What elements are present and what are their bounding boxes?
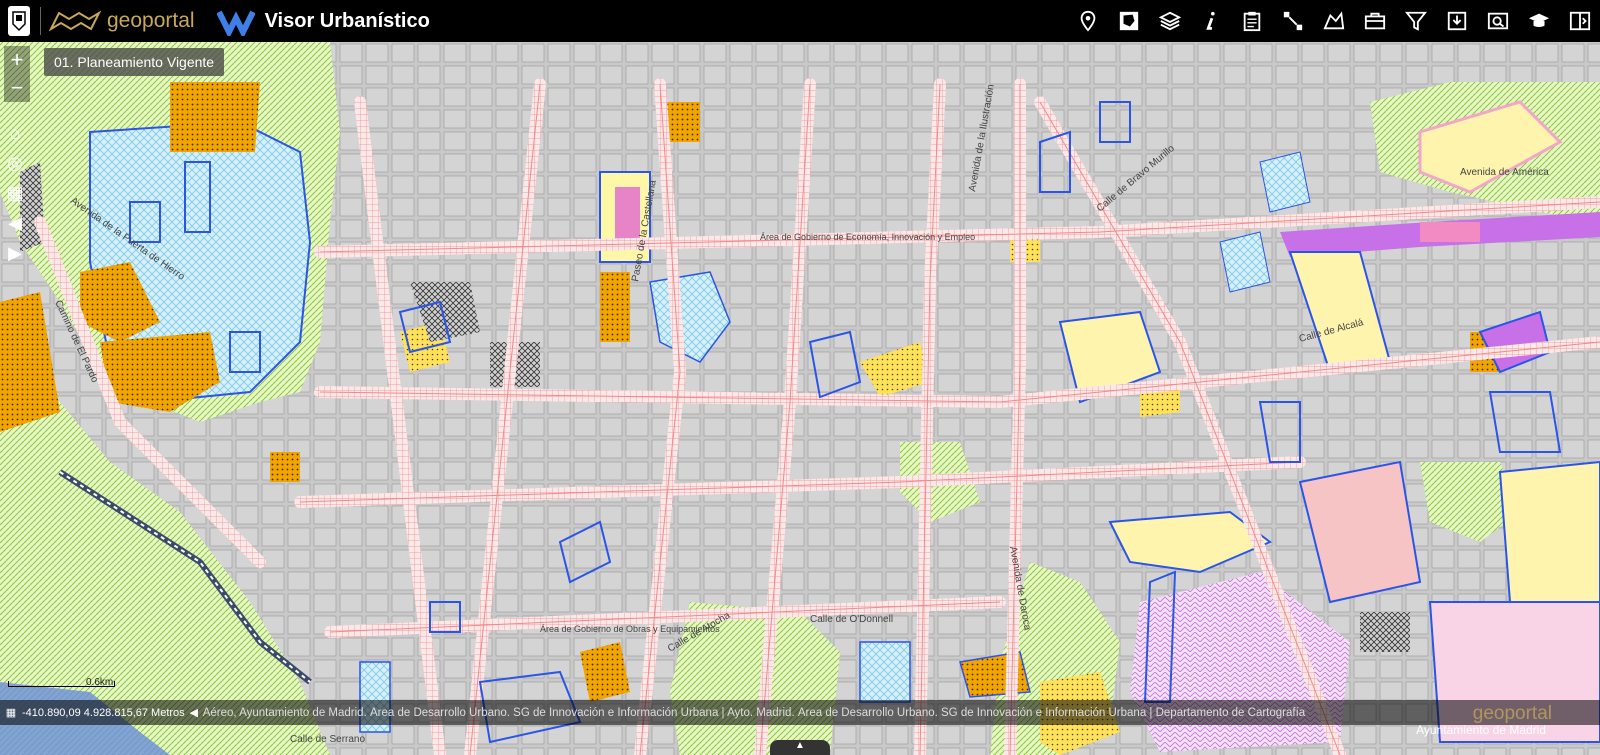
coordinates-icon[interactable]: ▦	[0, 706, 22, 719]
info-icon[interactable]	[1190, 0, 1231, 42]
grid-icon[interactable]: ▦	[0, 178, 30, 208]
status-bar: ▦ -410.890,09 4.928.815,67 Metros ◀ Aére…	[0, 700, 1600, 725]
map-catalog-icon[interactable]	[1313, 0, 1354, 42]
measure-icon[interactable]	[1272, 0, 1313, 42]
attribution-toggle[interactable]: ▲	[770, 740, 830, 755]
active-layer-label[interactable]: 01. Planeamiento Vigente	[44, 48, 225, 76]
urban-planning-map[interactable]: Avenida de la Puerta de Hierro Camino de…	[0, 42, 1600, 755]
footer-geoportal-logo: geoportal	[1472, 703, 1552, 724]
footer-brand: geoportal Ayuntamiento de Madrid	[1402, 703, 1592, 745]
split-view-icon[interactable]	[1559, 0, 1600, 42]
back-arrow-icon[interactable]: ◀	[0, 208, 30, 238]
scale-label: 0.6km	[86, 677, 114, 688]
visor-logo[interactable]: Visor Urbanístico	[216, 6, 430, 36]
footer-city-name: Ayuntamiento de Madrid	[1416, 723, 1546, 737]
home-icon[interactable]: ⌂	[0, 118, 30, 148]
map-label: Calle de O'Donnell	[810, 614, 893, 625]
globe-icon[interactable]: ◎	[0, 148, 30, 178]
map-label: Avenida de América	[1460, 167, 1549, 178]
filter-icon[interactable]	[1395, 0, 1436, 42]
geoportal-title: geoportal	[107, 9, 195, 32]
map-fold-icon	[49, 10, 101, 32]
divider	[40, 7, 41, 35]
city-crest-icon[interactable]	[8, 6, 30, 36]
briefcase-icon[interactable]	[1354, 0, 1395, 42]
geoportal-logo[interactable]: geoportal	[49, 9, 195, 33]
layers-icon[interactable]	[1149, 0, 1190, 42]
map-district-icon[interactable]	[1108, 0, 1149, 42]
forward-arrow-icon[interactable]: ▶	[0, 238, 30, 268]
zoom-in-button[interactable]: +	[4, 46, 30, 74]
zoom-out-button[interactable]: −	[4, 74, 30, 102]
toolbar	[1067, 0, 1600, 42]
attribution-text: Aéreo, Ayuntamiento de Madrid. Área de D…	[202, 706, 1306, 719]
search-icon[interactable]	[1477, 0, 1518, 42]
location-pin-icon[interactable]	[1067, 0, 1108, 42]
graduation-icon[interactable]	[1518, 0, 1559, 42]
clipboard-icon[interactable]	[1231, 0, 1272, 42]
zoom-controls: + −	[4, 46, 30, 102]
coordinates-readout: -410.890,09 4.928.815,67 Metros	[22, 706, 185, 719]
download-icon[interactable]	[1436, 0, 1477, 42]
top-bar: geoportal Visor Urbanístico	[0, 0, 1600, 42]
map-label: Calle de Serrano	[290, 734, 365, 745]
scale-bar: 0.6km	[8, 677, 115, 688]
visor-mark-icon	[216, 10, 255, 36]
map-label: Área de Gobierno de Economía, Innovación…	[760, 232, 975, 242]
visor-title: Visor Urbanístico	[264, 9, 430, 32]
collapse-icon[interactable]: ◀	[185, 706, 203, 719]
side-toolbar: ⌂ ◎ ▦ ◀ ▶	[0, 118, 30, 268]
